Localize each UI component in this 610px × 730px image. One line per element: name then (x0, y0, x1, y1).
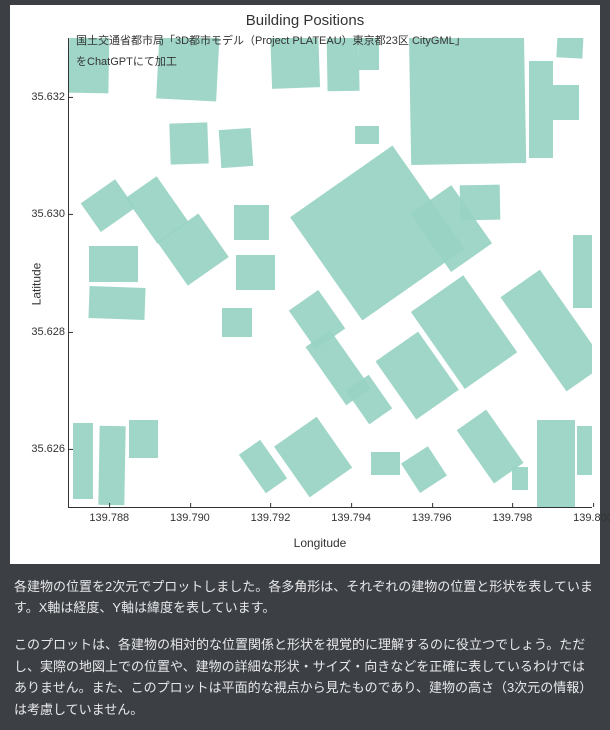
building-polygon (236, 255, 274, 290)
description-block: 各建物の位置を2次元でプロットしました。各多角形は、それぞれの建物の位置と形状を… (0, 576, 610, 721)
annotation-line-2: をChatGPTにて加工 (76, 52, 466, 73)
building-polygon (274, 416, 352, 497)
building-polygon (81, 179, 136, 232)
building-polygon (129, 420, 157, 458)
building-polygon (89, 246, 137, 281)
x-tick-label: 139.794 (331, 509, 371, 527)
building-polygon (222, 308, 252, 337)
building-polygon (99, 425, 127, 505)
building-polygon (371, 452, 399, 476)
plot-area: 35.62635.62835.63035.632 139.788139.7901… (68, 38, 592, 508)
building-polygon (553, 85, 579, 120)
description-paragraph-1: 各建物の位置を2次元でプロットしました。各多角形は、それぞれの建物の位置と形状を… (14, 576, 596, 619)
chart-annotation: 国土交通省都市局「3D都市モデル（Project PLATEAU）東京都23区 … (76, 31, 466, 73)
building-polygon (401, 446, 447, 493)
building-polygon (537, 420, 575, 507)
y-tick-label: 35.626 (31, 440, 65, 458)
x-tick-label: 139.788 (89, 509, 129, 527)
building-polygon (460, 184, 501, 220)
building-polygon (556, 38, 584, 59)
y-ticks: 35.626 35.628 35.630 35.632 (21, 38, 65, 507)
y-tick-label: 35.632 (31, 87, 65, 105)
x-tick-label: 139.798 (492, 509, 532, 527)
building-polygon (219, 128, 254, 168)
chart-container: Building Positions 国土交通省都市局「3D都市モデル（Proj… (10, 5, 600, 564)
buildings-layer (69, 38, 592, 507)
x-tick-label: 139.792 (251, 509, 291, 527)
x-tick-label: 139.800 (573, 509, 610, 527)
x-tick-label: 139.790 (170, 509, 210, 527)
building-polygon (512, 467, 528, 491)
building-polygon (89, 286, 147, 320)
building-polygon (169, 122, 209, 164)
x-ticks: 139.788 139.790 139.792 139.794 139.796 139.7… (69, 509, 592, 525)
building-polygon (73, 423, 93, 499)
building-polygon (234, 205, 268, 240)
building-polygon (573, 235, 592, 308)
building-polygon (577, 426, 592, 476)
chart-title: Building Positions (10, 5, 600, 34)
x-tick-label: 139.796 (412, 509, 452, 527)
building-polygon (355, 126, 379, 144)
y-tick-label: 35.628 (31, 322, 65, 340)
annotation-line-1: 国土交通省都市局「3D都市モデル（Project PLATEAU）東京都23区 … (76, 31, 466, 52)
description-paragraph-2: このプロットは、各建物の相対的な位置関係と形状を視覚的に理解するのに役立つでしょ… (14, 634, 596, 720)
y-tick-label: 35.630 (31, 205, 65, 223)
building-polygon (529, 61, 553, 158)
